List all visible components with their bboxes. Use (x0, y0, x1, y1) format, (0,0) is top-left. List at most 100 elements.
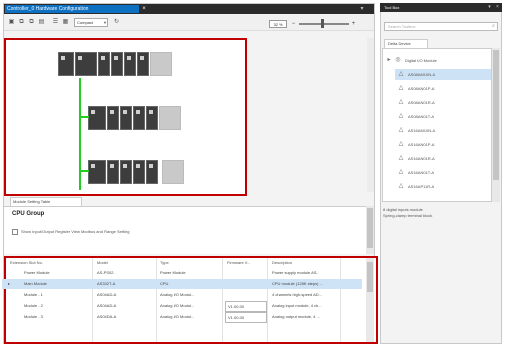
description-cell: Analog input module, 4 ch... (272, 303, 322, 308)
model-cell: AS332T-A (97, 281, 116, 286)
toolbox-title: Tool Box (380, 3, 502, 12)
type-cell: Analog I/O Modul... (160, 292, 195, 297)
group-title: CPU Group (12, 211, 45, 217)
io-module-slot[interactable] (146, 106, 158, 130)
io-module-slot[interactable] (107, 106, 119, 130)
zoom-slider-thumb[interactable] (321, 19, 324, 28)
io-module-slot[interactable] (133, 106, 145, 130)
module-icon: △ (398, 183, 404, 189)
close-tab-icon[interactable]: × (140, 5, 148, 13)
module-icon: △ (398, 127, 404, 133)
tree-item[interactable]: AS16AM10N-A (408, 125, 435, 136)
tree-item[interactable]: AS16AN01P-A (408, 139, 434, 150)
module-icon: △ (398, 169, 404, 175)
description-cell: 4 channels high-speed AD... (272, 292, 323, 297)
extension-head-slot[interactable] (88, 106, 106, 130)
document-tab[interactable]: Controller_0 Hardware Configuration (5, 5, 139, 13)
empty-slot[interactable] (150, 52, 172, 76)
tree-item[interactable]: AS16AN01T-A (408, 167, 434, 178)
io-module-slot[interactable] (111, 52, 123, 76)
column-header[interactable]: Firmware V... (225, 258, 265, 267)
column-header[interactable]: Extension Slot No. (8, 258, 58, 267)
dropdown-icon[interactable]: ▾ (358, 5, 366, 13)
refresh-icon[interactable]: ↻ (113, 19, 120, 26)
tree-item[interactable]: AS08AN01R-A (408, 97, 435, 108)
pin-icon[interactable]: ▾ (486, 3, 493, 12)
search-icon[interactable]: ⌕ (490, 22, 497, 31)
module-icon: △ (398, 141, 404, 147)
align-icon[interactable]: ☰ (52, 19, 59, 26)
module-description: 8 digital inputs module Spring-clamp ter… (383, 207, 433, 218)
firmware-cell[interactable]: V1.00.00 (225, 301, 267, 312)
cut-icon[interactable]: ▣ (8, 19, 15, 26)
column-header[interactable]: Type (158, 258, 214, 267)
tree-scrollbar-thumb[interactable] (493, 50, 499, 180)
zoom-in-icon[interactable]: + (350, 20, 357, 28)
tree-item[interactable]: AS08AN01T-A (408, 111, 434, 122)
slot-name: Module - 2 (24, 303, 43, 308)
delete-icon[interactable]: ▤ (38, 19, 45, 26)
toolbox-search-input[interactable]: Search Toolbox (384, 22, 498, 31)
io-module-slot[interactable] (137, 52, 149, 76)
slot-name: Module - 1 (24, 292, 43, 297)
column-header[interactable]: Model (95, 258, 153, 267)
module-icon: △ (398, 99, 404, 105)
empty-slot[interactable] (159, 106, 181, 130)
tree-item[interactable]: AS08AM10N-A (408, 69, 435, 80)
panel-scrollbar-thumb[interactable] (367, 208, 373, 248)
paste-icon[interactable]: ⧉ (28, 19, 35, 26)
io-module-slot[interactable] (133, 160, 145, 184)
description-cell: CPU module (128K steps) ... (272, 281, 323, 286)
zoom-level[interactable]: 32 % (269, 20, 287, 28)
table-row[interactable]: Module - 1 AS04AD-A Analog I/O Modul... … (2, 290, 362, 300)
tree-item[interactable]: AS08AN01P-A (408, 83, 434, 94)
zoom-slider[interactable] (299, 23, 349, 25)
canvas-scrollbar[interactable] (367, 38, 374, 192)
io-module-slot[interactable] (120, 160, 132, 184)
module-setting-tab[interactable]: Module Setting Table (10, 197, 82, 206)
show-io-checkbox[interactable] (12, 229, 18, 235)
show-io-label: Show Input/Output Register View Modbus a… (21, 229, 130, 234)
model-cell: AS04AD-A (97, 303, 117, 308)
io-module-slot[interactable] (120, 106, 132, 130)
table-scrollbar-thumb[interactable] (367, 262, 373, 292)
tree-item[interactable]: AS16AN01R-A (408, 153, 435, 164)
io-module-slot[interactable] (124, 52, 136, 76)
extension-rack[interactable] (88, 160, 188, 184)
cpu-module-slot[interactable] (75, 52, 97, 76)
extension-rack[interactable] (88, 106, 184, 130)
expand-arrow-icon[interactable]: ▸ (386, 55, 392, 66)
module-group-icon: ◎ (395, 57, 401, 63)
power-module-slot[interactable] (58, 52, 74, 76)
table-row[interactable]: ▸ Main Module AS332T-A CPU CPU module (1… (2, 279, 362, 289)
close-icon[interactable]: × (494, 3, 501, 12)
main-rack[interactable] (58, 52, 174, 76)
type-cell: Power Module (160, 270, 186, 275)
table-row[interactable]: Power Module AS-PS02 Power Module Power … (2, 268, 362, 278)
copy-icon[interactable]: ⧉ (18, 19, 25, 26)
description-cell: Analog output module, 4 ... (272, 314, 320, 319)
table-row[interactable]: Module - 3 AS04DA-A Analog I/O Modul... … (2, 312, 362, 323)
extension-head-slot[interactable] (88, 160, 106, 184)
io-module-slot[interactable] (107, 160, 119, 184)
empty-slot[interactable] (162, 160, 184, 184)
column-header[interactable]: Description (270, 258, 340, 267)
tab-delta-device[interactable]: Delta Device (384, 39, 428, 48)
tree-root-label[interactable]: Digital I/O Module (405, 55, 437, 66)
module-icon: △ (398, 155, 404, 161)
tree-item[interactable]: AS16AP11R-A (408, 181, 434, 192)
module-icon: △ (398, 113, 404, 119)
io-module-slot[interactable] (98, 52, 110, 76)
module-icon: △ (398, 85, 404, 91)
table-row[interactable]: Module - 2 AS04AD-A Analog I/O Modul... … (2, 301, 362, 312)
chevron-down-icon[interactable]: ▼ (102, 18, 108, 27)
zoom-out-icon[interactable]: − (290, 20, 297, 28)
grid-icon[interactable]: ▦ (62, 19, 69, 26)
slot-name: Main Module (24, 281, 47, 286)
model-cell: AS-PS02 (97, 270, 114, 275)
io-module-slot[interactable] (146, 160, 158, 184)
firmware-cell[interactable]: V1.00.00 (225, 312, 267, 323)
module-icon: △ (398, 71, 404, 77)
bus-connection-line (79, 78, 81, 190)
model-cell: AS04AD-A (97, 292, 117, 297)
